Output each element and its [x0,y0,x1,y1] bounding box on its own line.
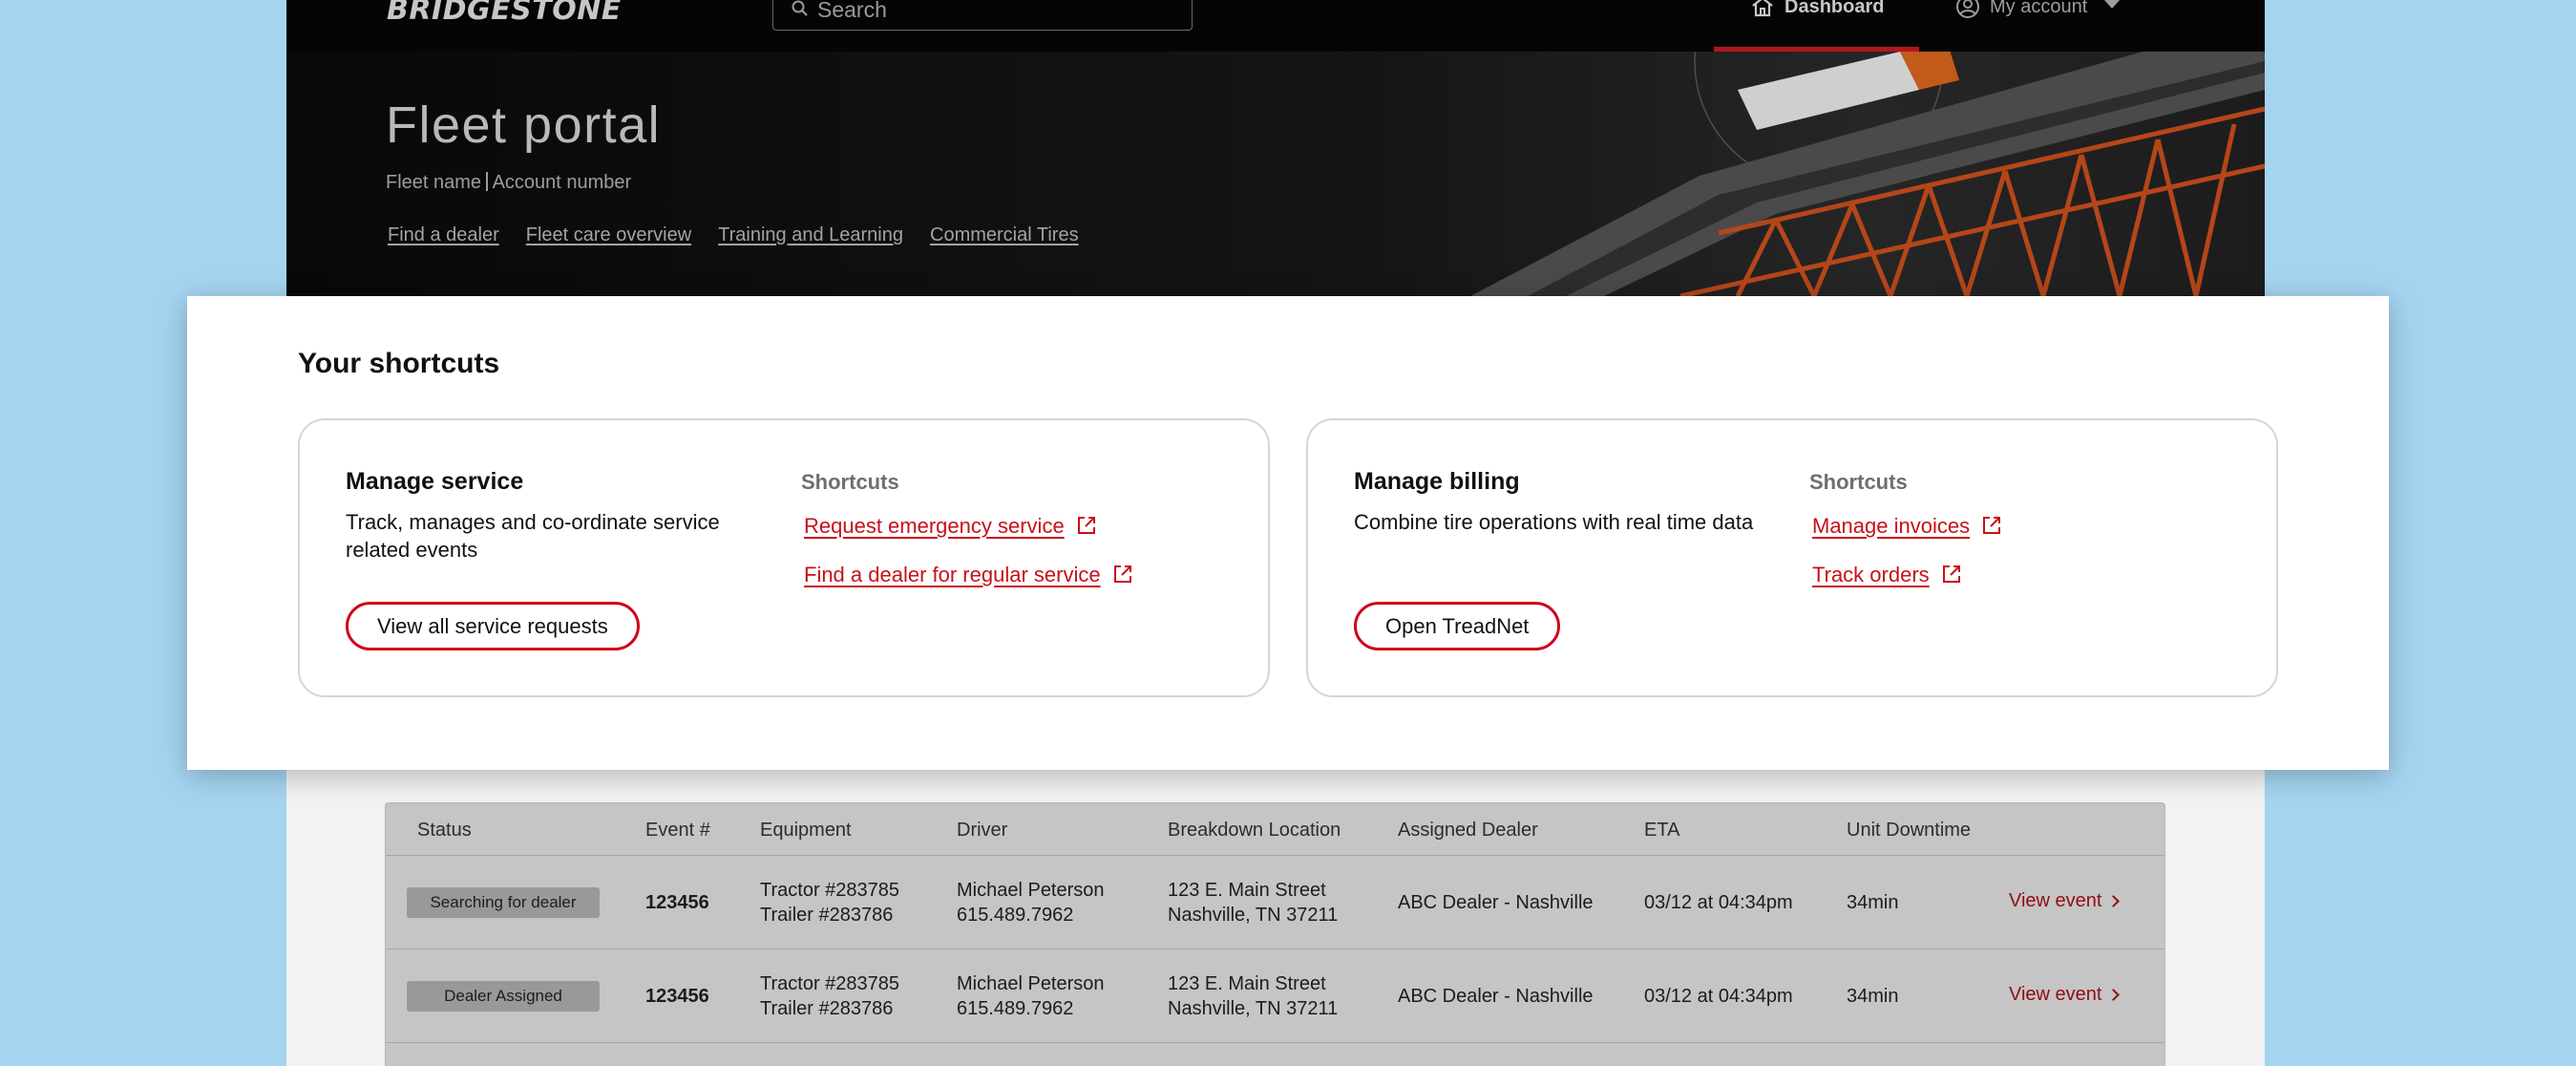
bridgestone-logo[interactable]: BRIDGESTONE [387,0,622,27]
column-header: Status [417,820,472,841]
top-nav: BRIDGESTONE Search Dashboard My account [286,0,2265,52]
card-title: Manage service [346,468,524,495]
nav-account-label: My account [1990,0,2088,17]
link-commercial-tires[interactable]: Commercial Tires [930,224,1079,246]
shortcuts-title: Your shortcuts [298,348,500,379]
card-manage-billing: Manage billing Combine tire operations w… [1306,418,2278,697]
tractor-id: Tractor #283785 [760,880,900,901]
nav-item-dashboard[interactable]: Dashboard [1714,0,1919,52]
shortcuts-heading: Shortcuts [1809,470,1908,494]
column-header: Equipment [760,820,852,841]
eta-cell: 03/12 at 04:34pm [1644,892,1793,913]
card-description: Combine tire operations with real time d… [1354,510,1754,534]
link-label: Find a dealer for regular service [804,563,1101,586]
location-street: 123 E. Main Street [1168,973,1326,994]
event-number: 123456 [645,986,709,1007]
location-cell: 123 E. Main Street Nashville, TN 37211 [1168,878,1338,927]
view-event-link[interactable]: View event [2009,984,2121,1006]
track-orders-link[interactable]: Track orders [1812,563,1962,587]
card-title: Manage billing [1354,468,1520,495]
view-event-label: View event [2009,984,2102,1005]
location-city: Nashville, TN 37211 [1168,905,1339,926]
driver-phone: 615.489.7962 [957,905,1074,926]
table-row[interactable]: Dealer Assigned 123456 Tractor #283785 T… [386,949,2164,1043]
equipment-cell: Tractor #283785 Trailer #283786 [760,878,899,927]
tractor-id: Tractor #283785 [760,973,900,994]
column-header: Driver [957,820,1008,841]
card-manage-service: Manage service Track, manages and co-ord… [298,418,1270,697]
view-event-label: View event [2009,890,2102,911]
home-icon [1752,0,1773,17]
trailer-id: Trailer #283786 [760,905,894,926]
status-badge: Dealer Assigned [407,981,600,1012]
downtime-cell: 34min [1847,986,1899,1007]
driver-cell: Michael Peterson 615.489.7962 [957,878,1105,927]
view-event-link[interactable]: View event [2009,890,2121,912]
column-header: Assigned Dealer [1398,820,1538,841]
column-header: Event # [645,820,710,841]
table-row[interactable]: Searching for dealer 123456 Tractor #283… [386,856,2164,949]
driver-name: Michael Peterson [957,880,1105,901]
event-number: 123456 [645,892,709,913]
nav-item-my-account[interactable]: My account [1955,0,2146,52]
link-training-and-learning[interactable]: Training and Learning [718,224,903,246]
column-header: Breakdown Location [1168,820,1341,841]
shortcuts-panel: Your shortcuts Manage service Track, man… [187,296,2389,770]
page-title: Fleet portal [386,96,662,154]
hero-banner: Fleet portal Fleet name Account number Fi… [286,52,2265,296]
location-street: 123 E. Main Street [1168,880,1326,901]
request-emergency-service-link[interactable]: Request emergency service [804,514,1097,539]
fleet-name: Fleet name [386,172,482,193]
table-header: Status Event # Equipment Driver Breakdow… [386,803,2164,856]
dealer-cell: ABC Dealer - Nashville [1398,892,1594,913]
downtime-cell: 34min [1847,892,1899,913]
location-city: Nashville, TN 37211 [1168,998,1339,1019]
equipment-cell: Tractor #283785 Trailer #283786 [760,971,899,1021]
hero-links: Find a dealer Fleet care overview Traini… [388,224,1079,246]
driver-cell: Michael Peterson 615.489.7962 [957,971,1105,1021]
service-events-table: Status Event # Equipment Driver Breakdow… [385,802,2165,1066]
user-circle-icon [1956,0,1979,18]
external-link-icon [1983,517,2001,534]
account-number: Account number [492,172,632,193]
link-fleet-care-overview[interactable]: Fleet care overview [526,224,691,246]
external-link-icon [1942,565,1960,583]
nav-dashboard-label: Dashboard [1784,0,1885,17]
column-header: Unit Downtime [1847,820,1972,841]
search-icon [792,0,808,16]
link-label: Track orders [1812,563,1930,586]
eta-cell: 03/12 at 04:34pm [1644,986,1793,1007]
open-treadnet-button[interactable]: Open TreadNet [1354,602,1561,650]
manage-invoices-link[interactable]: Manage invoices [1812,514,2002,539]
chevron-right-icon [2107,989,2121,1001]
column-header: ETA [1644,820,1680,841]
driver-phone: 615.489.7962 [957,998,1074,1019]
location-cell: 123 E. Main Street Nashville, TN 37211 [1168,971,1338,1021]
driver-name: Michael Peterson [957,973,1105,994]
find-dealer-regular-service-link[interactable]: Find a dealer for regular service [804,563,1133,587]
search-placeholder: Search [817,0,887,22]
link-find-a-dealer[interactable]: Find a dealer [388,224,499,246]
link-label: Manage invoices [1812,514,1971,538]
chevron-down-icon [2104,0,2120,9]
trailer-id: Trailer #283786 [760,998,894,1019]
card-description: Track, manages and co-ordinate service r… [346,510,720,562]
external-link-icon [1113,565,1131,583]
view-all-service-requests-button[interactable]: View all service requests [346,602,640,650]
divider [486,172,488,191]
fleet-info: Fleet name Account number [386,172,631,194]
dealer-cell: ABC Dealer - Nashville [1398,986,1594,1007]
external-link-icon [1077,517,1095,534]
chevron-right-icon [2107,895,2121,907]
link-label: Request emergency service [804,514,1065,538]
status-badge: Searching for dealer [407,887,600,918]
shortcuts-heading: Shortcuts [801,470,899,494]
search-input[interactable]: Search [772,0,1193,31]
